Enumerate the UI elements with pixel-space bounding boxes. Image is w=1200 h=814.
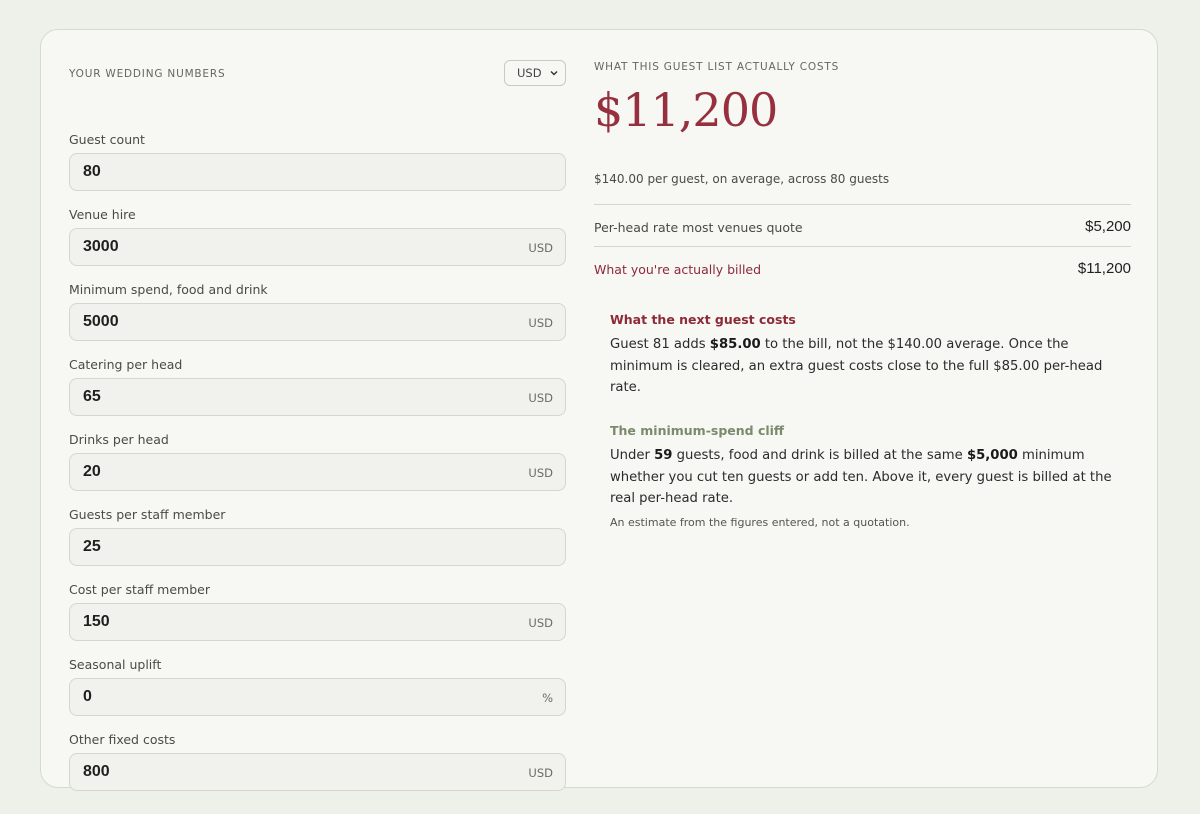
per-guest-average: $140.00 per guest, on average, across 80…: [594, 172, 890, 186]
cliff-title: The minimum-spend cliff: [610, 423, 785, 438]
cliff-minimum: $5,000: [966, 448, 1018, 463]
field-cost-per-staff: Cost per staff member 150 USD: [69, 538, 566, 641]
total-cost: $11,200: [594, 83, 778, 137]
field-label: Guest count: [69, 132, 145, 147]
field-venue-hire: Venue hire 3000 USD: [69, 163, 566, 266]
field-label: Other fixed costs: [69, 732, 176, 747]
results-title: WHAT THIS GUEST LIST ACTUALLY COSTS: [594, 61, 840, 73]
divider: [594, 246, 1131, 247]
field-label: Catering per head: [69, 357, 183, 372]
inputs-title: YOUR WEDDING NUMBERS: [69, 68, 226, 80]
cliff-text: Under: [610, 448, 655, 463]
chevron-down-icon: [550, 71, 558, 76]
cliff-text: guests, food and drink is billed at the …: [672, 448, 967, 463]
cliff-note: The minimum-spend cliff Under 59 guests,…: [610, 423, 1115, 529]
field-label: Seasonal uplift: [69, 657, 162, 672]
field-other-fixed-costs: Other fixed costs 800 USD: [69, 688, 566, 791]
next-guest-body: Guest 81 adds $85.00 to the bill, not th…: [610, 334, 1115, 399]
inputs-panel: YOUR WEDDING NUMBERS USD Guest count 80 …: [69, 58, 566, 791]
field-guests-per-staff: Guests per staff member 25: [69, 463, 566, 566]
next-guest-amount: $85.00: [709, 337, 761, 352]
field-minimum-spend: Minimum spend, food and drink 5000 USD: [69, 238, 566, 341]
field-catering-per-head: Catering per head 65 USD: [69, 313, 566, 416]
estimate-footnote: An estimate from the figures entered, no…: [610, 515, 910, 529]
field-label: Cost per staff member: [69, 582, 210, 597]
field-unit: USD: [528, 766, 553, 780]
field-drinks-per-head: Drinks per head 20 USD: [69, 388, 566, 491]
field-label: Drinks per head: [69, 432, 169, 447]
next-guest-note: What the next guest costs Guest 81 adds …: [610, 312, 1115, 399]
quoted-rate-label: Per-head rate most venues quote: [594, 220, 803, 235]
next-guest-text: Guest 81 adds: [610, 337, 710, 352]
cliff-guests: 59: [654, 448, 673, 463]
calculator-card: YOUR WEDDING NUMBERS USD Guest count 80 …: [40, 29, 1158, 791]
cliff-body: Under 59 guests, food and drink is bille…: [610, 445, 1115, 510]
field-value: 800: [83, 763, 110, 780]
billed-value: $11,200: [1077, 260, 1131, 277]
field-label: Venue hire: [69, 207, 136, 222]
billed-label: What you're actually billed: [594, 262, 762, 277]
currency-select-value: USD: [517, 66, 542, 80]
field-seasonal-uplift: Seasonal uplift 0 %: [69, 613, 566, 716]
next-guest-title: What the next guest costs: [610, 312, 796, 327]
quoted-rate-value: $5,200: [1085, 218, 1131, 235]
field-label: Guests per staff member: [69, 507, 226, 522]
field-guest-count: Guest count 80: [69, 88, 566, 191]
divider: [594, 204, 1131, 205]
other-fixed-costs-input[interactable]: 800 USD: [69, 753, 566, 791]
inputs-header: YOUR WEDDING NUMBERS USD: [69, 58, 566, 88]
field-label: Minimum spend, food and drink: [69, 282, 268, 297]
currency-select[interactable]: USD: [504, 60, 566, 86]
